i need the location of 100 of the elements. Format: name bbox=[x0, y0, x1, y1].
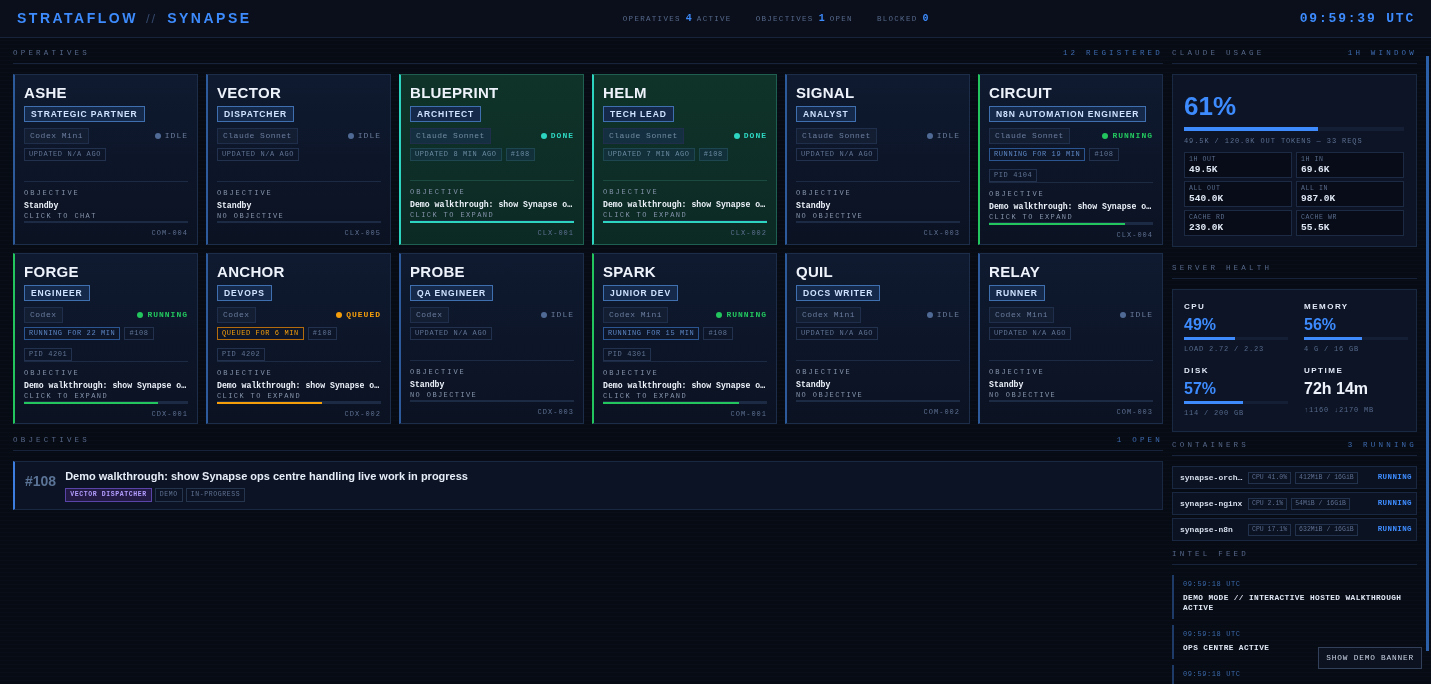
objective-text: Standby bbox=[217, 200, 253, 211]
metric-value: 56% bbox=[1304, 315, 1338, 334]
operative-name: CIRCUIT bbox=[989, 84, 1052, 102]
container-name: synapse-nginx bbox=[1180, 497, 1244, 510]
operative-name: SPARK bbox=[603, 263, 656, 281]
objective-text: Demo walkthrough: show Synapse o… bbox=[217, 380, 381, 391]
operative-name: VECTOR bbox=[217, 84, 282, 102]
model-chip: Codex Mini bbox=[989, 307, 1054, 323]
usage-stat-value: 987.0K bbox=[1301, 193, 1337, 205]
model-chip: Claude Sonnet bbox=[217, 128, 298, 144]
metric-value: 57% bbox=[1184, 379, 1218, 398]
container-name: synapse-orch… bbox=[1180, 471, 1244, 484]
metric-label: DISK bbox=[1184, 366, 1211, 376]
operative-name: ANCHOR bbox=[217, 263, 285, 281]
operative-name: SIGNAL bbox=[796, 84, 855, 102]
role-tag: DOCS WRITER bbox=[796, 285, 881, 301]
model-chip: Codex bbox=[24, 307, 63, 323]
model-chip: Codex bbox=[410, 307, 449, 323]
metric-label: CPU bbox=[1184, 302, 1207, 312]
status-dot-icon bbox=[347, 133, 354, 139]
status-dot-icon bbox=[154, 133, 161, 139]
model-chip: Codex bbox=[217, 307, 256, 323]
objective-text: Standby bbox=[796, 379, 832, 390]
status-dot-icon bbox=[540, 312, 547, 318]
operative-name: BLUEPRINT bbox=[410, 84, 499, 102]
clock-time: 09:59:39 UTC bbox=[1299, 9, 1415, 28]
status-dot-icon bbox=[733, 133, 740, 139]
metric-label: MEMORY bbox=[1304, 302, 1350, 312]
status-dot-icon bbox=[1119, 312, 1126, 318]
role-tag: DISPATCHER bbox=[217, 106, 294, 122]
objective-title: Demo walkthrough: show Synapse ops centre handling live work in progress bbox=[65, 469, 468, 483]
status-label: RUNNING bbox=[147, 309, 188, 321]
role-tag: RUNNER bbox=[989, 285, 1045, 301]
status-label: IDLE bbox=[550, 309, 574, 321]
objective-text: Standby bbox=[24, 200, 60, 211]
status-label: QUEUED bbox=[346, 309, 381, 321]
model-chip: Claude Sonnet bbox=[410, 128, 491, 144]
operative-name: HELM bbox=[603, 84, 647, 102]
status-dot-icon bbox=[540, 133, 547, 139]
role-tag: TECH LEAD bbox=[603, 106, 674, 122]
status-dot-icon bbox=[716, 312, 723, 318]
objective-text: Standby bbox=[796, 200, 832, 211]
usage-percent: 61% bbox=[1184, 91, 1238, 121]
metric-value: 72h 14m bbox=[1304, 379, 1370, 398]
model-chip: Claude Sonnet bbox=[796, 128, 877, 144]
scrollbar-thumb[interactable] bbox=[1426, 56, 1429, 651]
status-label: DONE bbox=[743, 130, 767, 142]
usage-stat-value: 49.5K bbox=[1189, 164, 1219, 176]
operative-name: ASHE bbox=[24, 84, 67, 102]
status-dot-icon bbox=[1102, 133, 1109, 139]
usage-stat-value: 55.5K bbox=[1301, 222, 1331, 234]
metric-value: 49% bbox=[1184, 315, 1218, 334]
model-chip: Codex Mini bbox=[603, 307, 668, 323]
product-name: SYNAPSE bbox=[167, 9, 252, 28]
role-tag: STRATEGIC PARTNER bbox=[24, 106, 145, 122]
usage-stat-value: 230.0K bbox=[1189, 222, 1225, 234]
operative-name: PROBE bbox=[410, 263, 465, 281]
brand-name: STRATAFLOW bbox=[17, 9, 138, 28]
status-dot-icon bbox=[926, 133, 933, 139]
operative-name: FORGE bbox=[24, 263, 79, 281]
objective-text: Demo walkthrough: show Synapse o… bbox=[410, 199, 574, 210]
stat-value: 0 bbox=[922, 12, 929, 26]
status-label: IDLE bbox=[936, 309, 960, 321]
role-tag: N8N AUTOMATION ENGINEER bbox=[989, 106, 1147, 122]
model-chip: Codex Mini bbox=[796, 307, 861, 323]
stat-value: 4 bbox=[685, 12, 692, 26]
brand-separator: // bbox=[145, 9, 158, 28]
role-tag: ENGINEER bbox=[24, 285, 90, 301]
status-dot-icon bbox=[926, 312, 933, 318]
model-chip: Claude Sonnet bbox=[989, 128, 1070, 144]
operative-name: QUIL bbox=[796, 263, 834, 281]
operative-name: RELAY bbox=[989, 263, 1040, 281]
status-label: IDLE bbox=[936, 130, 960, 142]
role-tag: JUNIOR DEV bbox=[603, 285, 678, 301]
objective-number: #108 bbox=[25, 473, 57, 491]
metric-label: UPTIME bbox=[1304, 366, 1345, 376]
objective-text: Demo walkthrough: show Synapse o… bbox=[603, 199, 767, 210]
model-chip: Codex Mini bbox=[24, 128, 89, 144]
objective-text: Demo walkthrough: show Synapse o… bbox=[24, 380, 188, 391]
status-label: IDLE bbox=[164, 130, 188, 142]
objective-text: Demo walkthrough: show Synapse o… bbox=[989, 201, 1153, 212]
role-tag: DEVOPS bbox=[217, 285, 272, 301]
status-label: RUNNING bbox=[1112, 130, 1153, 142]
status-label: IDLE bbox=[357, 130, 381, 142]
model-chip: Claude Sonnet bbox=[603, 128, 684, 144]
usage-stat-value: 69.6K bbox=[1301, 164, 1331, 176]
objective-text: Demo walkthrough: show Synapse o… bbox=[603, 380, 767, 391]
role-tag: ANALYST bbox=[796, 106, 856, 122]
usage-stat-value: 540.0K bbox=[1189, 193, 1225, 205]
objective-text: Standby bbox=[989, 379, 1025, 390]
stat-value: 1 bbox=[818, 12, 825, 26]
status-label: IDLE bbox=[1129, 309, 1153, 321]
role-tag: QA ENGINEER bbox=[410, 285, 494, 301]
status-label: DONE bbox=[550, 130, 574, 142]
status-dot-icon bbox=[336, 312, 343, 318]
objective-text: Standby bbox=[410, 379, 446, 390]
status-label: RUNNING bbox=[726, 309, 767, 321]
container-name: synapse-n8n bbox=[1180, 523, 1234, 536]
role-tag: ARCHITECT bbox=[410, 106, 482, 122]
status-dot-icon bbox=[137, 312, 144, 318]
